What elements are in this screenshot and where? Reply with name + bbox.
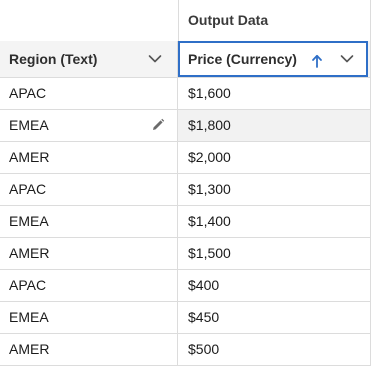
column-header-price-label: Price (Currency) — [188, 51, 297, 67]
price-cell[interactable]: $500 — [178, 334, 370, 365]
region-cell[interactable]: EMEA — [0, 206, 178, 237]
region-cell[interactable]: EMEA — [0, 302, 178, 333]
data-grid: Output Data Region (Text) Price (Currenc… — [0, 0, 371, 366]
table-row: APAC $1,600 — [0, 78, 370, 110]
column-group-header-row: Output Data — [0, 0, 370, 42]
region-cell[interactable]: APAC — [0, 78, 178, 109]
price-cell[interactable]: $2,000 — [178, 142, 370, 173]
price-cell[interactable]: $400 — [178, 270, 370, 301]
region-cell[interactable]: AMER — [0, 142, 178, 173]
table-row: APAC $400 — [0, 270, 370, 302]
price-cell[interactable]: $450 — [178, 302, 370, 333]
table-row: AMER $500 — [0, 334, 370, 366]
price-cell[interactable]: $1,600 — [178, 78, 370, 109]
region-cell-text: EMEA — [9, 117, 49, 133]
chevron-down-icon[interactable] — [340, 54, 354, 64]
column-header-row: Region (Text) Price (Currency) — [0, 41, 370, 78]
chevron-down-icon[interactable] — [148, 54, 162, 64]
column-group-empty-cell — [0, 0, 179, 41]
price-cell[interactable]: $1,500 — [178, 238, 370, 269]
table-row: APAC $1,300 — [0, 174, 370, 206]
table-row: EMEA $1,800 — [0, 110, 370, 142]
region-cell[interactable]: AMER — [0, 238, 178, 269]
table-row: EMEA $1,400 — [0, 206, 370, 238]
region-cell[interactable]: APAC — [0, 174, 178, 205]
region-cell[interactable]: APAC — [0, 270, 178, 301]
output-data-group-label: Output Data — [188, 12, 269, 28]
column-header-region[interactable]: Region (Text) — [0, 41, 178, 77]
region-cell[interactable]: EMEA — [0, 110, 178, 141]
column-header-region-label: Region (Text) — [9, 51, 98, 67]
price-cell[interactable]: $1,800 — [178, 110, 370, 141]
pencil-icon[interactable] — [151, 118, 165, 132]
arrow-up-icon[interactable] — [311, 53, 323, 69]
price-cell[interactable]: $1,400 — [178, 206, 370, 237]
table-body: APAC $1,600 EMEA $1,800 AMER $2,000 APAC… — [0, 78, 370, 366]
region-cell[interactable]: AMER — [0, 334, 178, 365]
table-row: AMER $2,000 — [0, 142, 370, 174]
table-row: EMEA $450 — [0, 302, 370, 334]
table-row: AMER $1,500 — [0, 238, 370, 270]
price-cell[interactable]: $1,300 — [178, 174, 370, 205]
column-header-price[interactable]: Price (Currency) — [178, 41, 368, 77]
